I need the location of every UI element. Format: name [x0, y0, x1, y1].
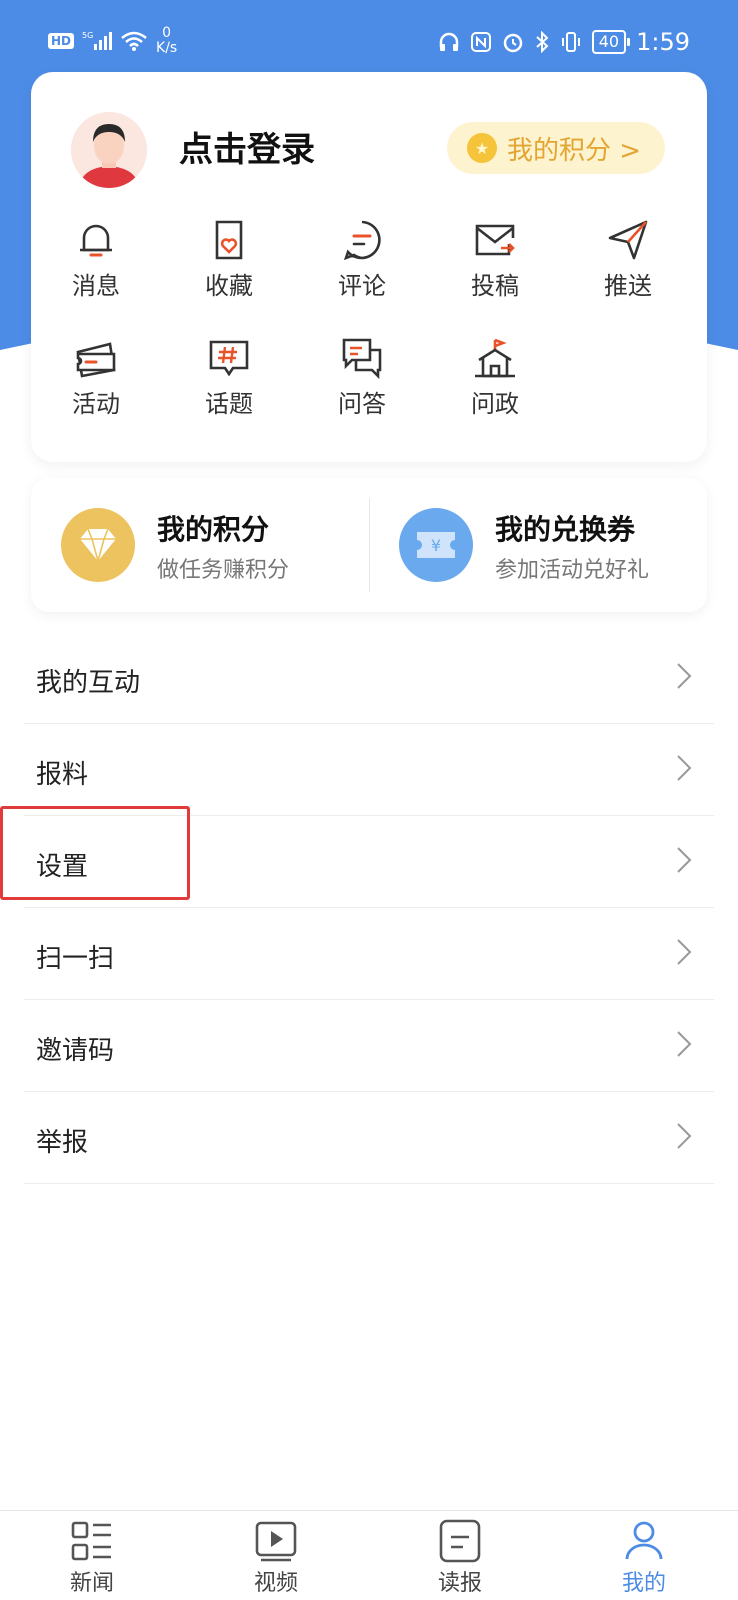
grid-label: 推送	[604, 272, 652, 300]
headphones-icon	[439, 32, 458, 51]
bell-icon	[80, 224, 112, 257]
nav-tab-newspaper[interactable]: 读报	[410, 1519, 510, 1597]
battery-indicator: 40	[591, 30, 631, 54]
hd-badge: HD	[48, 33, 75, 49]
menu-item-report[interactable]: 举报	[24, 1092, 714, 1184]
vibrate-icon	[561, 32, 580, 52]
grid-item-qa[interactable]: 问答	[307, 336, 417, 419]
menu-label: 我的互动	[36, 668, 141, 698]
settings-highlight-annotation	[0, 806, 190, 900]
avatar-person-icon	[71, 112, 147, 188]
speed-unit: K/s	[156, 40, 178, 56]
coin-star-icon: ★	[467, 133, 497, 163]
grid-item-topics[interactable]: 话题	[174, 336, 284, 419]
points-pill-label: 我的积分 >	[507, 135, 642, 166]
bluetooth-icon	[536, 31, 549, 53]
favorite-icon	[215, 220, 243, 260]
status-time: 1:59	[636, 28, 690, 56]
speed-value: 0	[162, 25, 172, 41]
points-card-subtitle: 做任务赚积分	[157, 558, 290, 583]
menu-item-my-interactions[interactable]: 我的互动	[24, 632, 714, 724]
news-grid-icon	[71, 1521, 111, 1561]
profile-icon	[625, 1521, 663, 1560]
profile-card: 点击登录 ★ 我的积分 > 消息 收藏 评论 投稿 推送 活动 话题 问答 问政	[31, 72, 707, 462]
nav-label: 我的	[621, 1571, 666, 1596]
nav-label: 读报	[437, 1571, 482, 1596]
svg-text:¥: ¥	[431, 536, 441, 555]
grid-item-comments[interactable]: 评论	[307, 218, 417, 301]
nav-label: 新闻	[69, 1571, 114, 1596]
grid-label: 问答	[338, 390, 386, 418]
push-send-icon	[608, 220, 648, 260]
grid-item-messages[interactable]: 消息	[41, 218, 151, 301]
status-left: HD 5G 0 K/s	[48, 26, 177, 56]
menu-item-invite-code[interactable]: 邀请码	[24, 1000, 714, 1092]
menu-label: 邀请码	[36, 1036, 115, 1066]
grid-label: 评论	[338, 272, 386, 300]
grid-label: 投稿	[471, 272, 519, 300]
nav-tab-mine[interactable]: 我的	[594, 1519, 694, 1597]
grid-label: 问政	[471, 390, 519, 418]
chevron-right-icon	[677, 755, 692, 781]
video-play-icon	[255, 1521, 297, 1562]
status-right: 40 1:59	[438, 28, 690, 56]
grid-label: 话题	[205, 390, 253, 418]
login-prompt[interactable]: 点击登录	[179, 122, 315, 171]
chevron-right-icon	[677, 847, 692, 873]
settings-menu-list: 我的互动 报料 设置 扫一扫 邀请码 举报	[24, 632, 714, 1184]
submit-mail-icon	[475, 224, 515, 256]
menu-item-tip-off[interactable]: 报料	[24, 724, 714, 816]
menu-label: 报料	[36, 760, 89, 790]
signal-icon: 5G	[82, 31, 113, 50]
newspaper-icon	[439, 1519, 481, 1563]
grid-item-government[interactable]: 问政	[440, 336, 550, 419]
diamond-icon	[61, 508, 135, 582]
grid-item-favorites[interactable]: 收藏	[174, 218, 284, 301]
chevron-right-icon	[677, 663, 692, 689]
chevron-right-icon	[677, 939, 692, 965]
alarm-icon	[503, 33, 522, 53]
menu-label: 扫一扫	[36, 944, 115, 974]
network-speed: 0 K/s	[156, 26, 177, 56]
grid-label: 消息	[72, 272, 120, 300]
grid-item-activities[interactable]: 活动	[41, 336, 151, 419]
menu-label: 举报	[36, 1128, 89, 1158]
points-coupons-card: 我的积分 做任务赚积分 ¥ 我的兑换券 参加活动兑好礼	[31, 478, 707, 612]
svg-text:5G: 5G	[82, 31, 93, 40]
coupons-card-title: 我的兑换券	[495, 513, 636, 546]
wifi-icon	[121, 31, 147, 51]
qa-chat-icon	[342, 338, 382, 380]
coupons-card-subtitle: 参加活动兑好礼	[495, 558, 650, 583]
nav-tab-news[interactable]: 新闻	[42, 1519, 142, 1597]
nav-label: 视频	[253, 1571, 298, 1596]
status-bar: HD 5G 0 K/s 40 1:59	[0, 0, 738, 80]
nfc-icon	[470, 32, 491, 52]
points-card-title: 我的积分	[157, 513, 270, 546]
avatar[interactable]	[71, 112, 147, 188]
ticket-icon	[76, 342, 116, 378]
grid-item-submit[interactable]: 投稿	[440, 218, 550, 301]
coupon-yen-icon: ¥	[399, 508, 473, 582]
nav-tab-video[interactable]: 视频	[226, 1519, 326, 1597]
grid-label: 活动	[72, 390, 120, 418]
government-building-icon	[475, 338, 515, 378]
bottom-nav: 新闻 视频 读报 我的	[0, 1510, 738, 1600]
topic-hash-icon	[209, 340, 249, 377]
grid-item-push[interactable]: 推送	[573, 218, 683, 301]
my-points-pill-button[interactable]: ★ 我的积分 >	[447, 122, 665, 174]
my-points-card-button[interactable]: 我的积分 做任务赚积分	[31, 478, 369, 612]
menu-item-scan[interactable]: 扫一扫	[24, 908, 714, 1000]
my-coupons-card-button[interactable]: ¥ 我的兑换券 参加活动兑好礼	[369, 478, 707, 612]
comment-icon	[343, 220, 381, 261]
chevron-right-icon	[677, 1123, 692, 1149]
chevron-right-icon	[677, 1031, 692, 1057]
grid-label: 收藏	[205, 272, 253, 300]
